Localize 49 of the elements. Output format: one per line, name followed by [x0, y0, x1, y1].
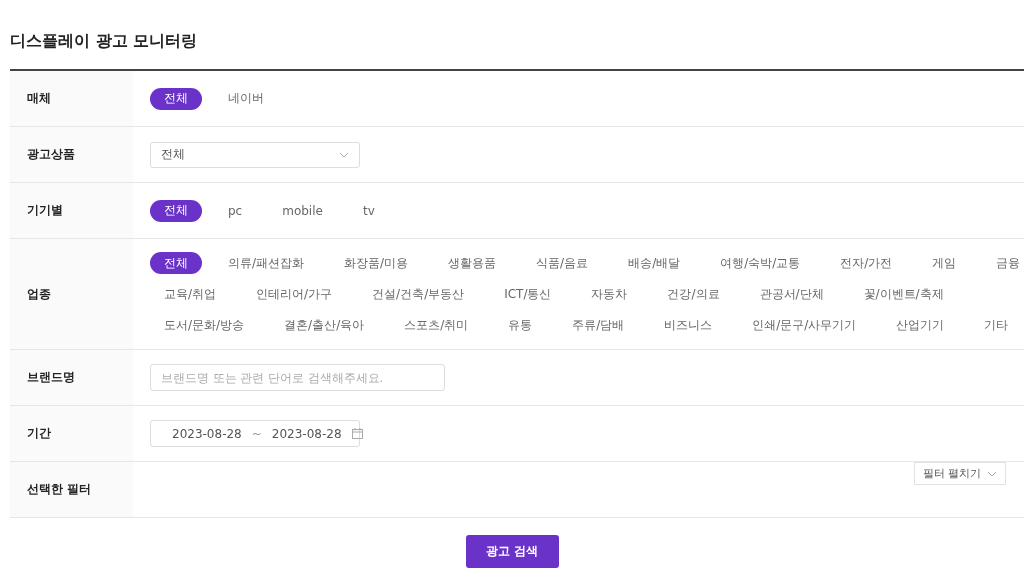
- filter-label: 광고상품: [27, 147, 75, 162]
- option-chip[interactable]: 전체: [150, 199, 202, 222]
- option-chip[interactable]: 여행/숙박/교통: [706, 252, 815, 274]
- filter-label: 기기별: [27, 203, 63, 218]
- option-chip[interactable]: 비즈니스: [650, 314, 727, 336]
- option-chip[interactable]: 전자/가전: [826, 252, 907, 274]
- option-chip[interactable]: 유통: [494, 314, 547, 336]
- option-chip[interactable]: tv: [348, 199, 389, 222]
- option-chip[interactable]: 기타: [970, 314, 1023, 336]
- calendar-icon: [351, 428, 363, 439]
- option-chip[interactable]: mobile: [268, 199, 337, 222]
- option-chip[interactable]: 화장품/미용: [330, 252, 423, 274]
- option-chip[interactable]: 건강/의료: [653, 283, 734, 305]
- option-chip[interactable]: 배송/배달: [614, 252, 695, 274]
- option-chip[interactable]: 생활용품: [434, 252, 511, 274]
- option-chip[interactable]: 전체: [150, 87, 202, 110]
- option-chip[interactable]: 자동차: [577, 283, 642, 305]
- dropdown[interactable]: 전체: [150, 141, 360, 168]
- option-chip[interactable]: 관공서/단체: [745, 283, 838, 305]
- option-chip[interactable]: 인쇄/문구/사무기기: [738, 314, 871, 336]
- option-chip[interactable]: 식품/음료: [522, 252, 603, 274]
- option-chip[interactable]: ICT/통신: [490, 283, 566, 305]
- option-chip[interactable]: 네이버: [214, 87, 278, 110]
- option-chip[interactable]: 건설/건축/부동산: [358, 283, 479, 305]
- filter-label: 선택한 필터: [27, 482, 91, 497]
- option-chip[interactable]: 금융: [982, 252, 1024, 274]
- search-button[interactable]: 광고 검색: [465, 535, 559, 568]
- option-chip[interactable]: 주류/담배: [558, 314, 639, 336]
- option-chip[interactable]: 스포츠/취미: [390, 314, 483, 336]
- option-chip[interactable]: 전체: [150, 252, 202, 274]
- option-chip[interactable]: 결혼/출산/육아: [270, 314, 379, 336]
- date-range-field[interactable]: 2023-08-28 ~ 2023-08-28: [150, 420, 360, 447]
- chevron-down-icon: [339, 151, 349, 158]
- option-chip[interactable]: 게임: [918, 252, 971, 274]
- filter-label: 브랜드명: [27, 370, 75, 385]
- option-chip[interactable]: pc: [214, 199, 257, 222]
- option-chip[interactable]: 인테리어/가구: [242, 283, 347, 305]
- option-chip[interactable]: 도서/문화/방송: [150, 314, 259, 336]
- option-chip[interactable]: 산업기기: [882, 314, 959, 336]
- expand-filter-button[interactable]: 필터 펼치기: [913, 462, 1006, 485]
- option-chip[interactable]: 꽃/이벤트/축제: [849, 283, 958, 305]
- page-title: 디스플레이 광고 모니터링: [10, 30, 198, 52]
- filter-label: 매체: [27, 91, 51, 106]
- search-field[interactable]: 브랜드명 또는 관련 단어로 검색해주세요.: [150, 364, 445, 391]
- filter-label: 기간: [27, 426, 51, 441]
- option-chip[interactable]: 교육/취업: [150, 283, 231, 305]
- filter-label: 업종: [27, 286, 51, 302]
- chevron-down-icon: [987, 470, 997, 477]
- option-chip[interactable]: 의류/패션잡화: [214, 252, 319, 274]
